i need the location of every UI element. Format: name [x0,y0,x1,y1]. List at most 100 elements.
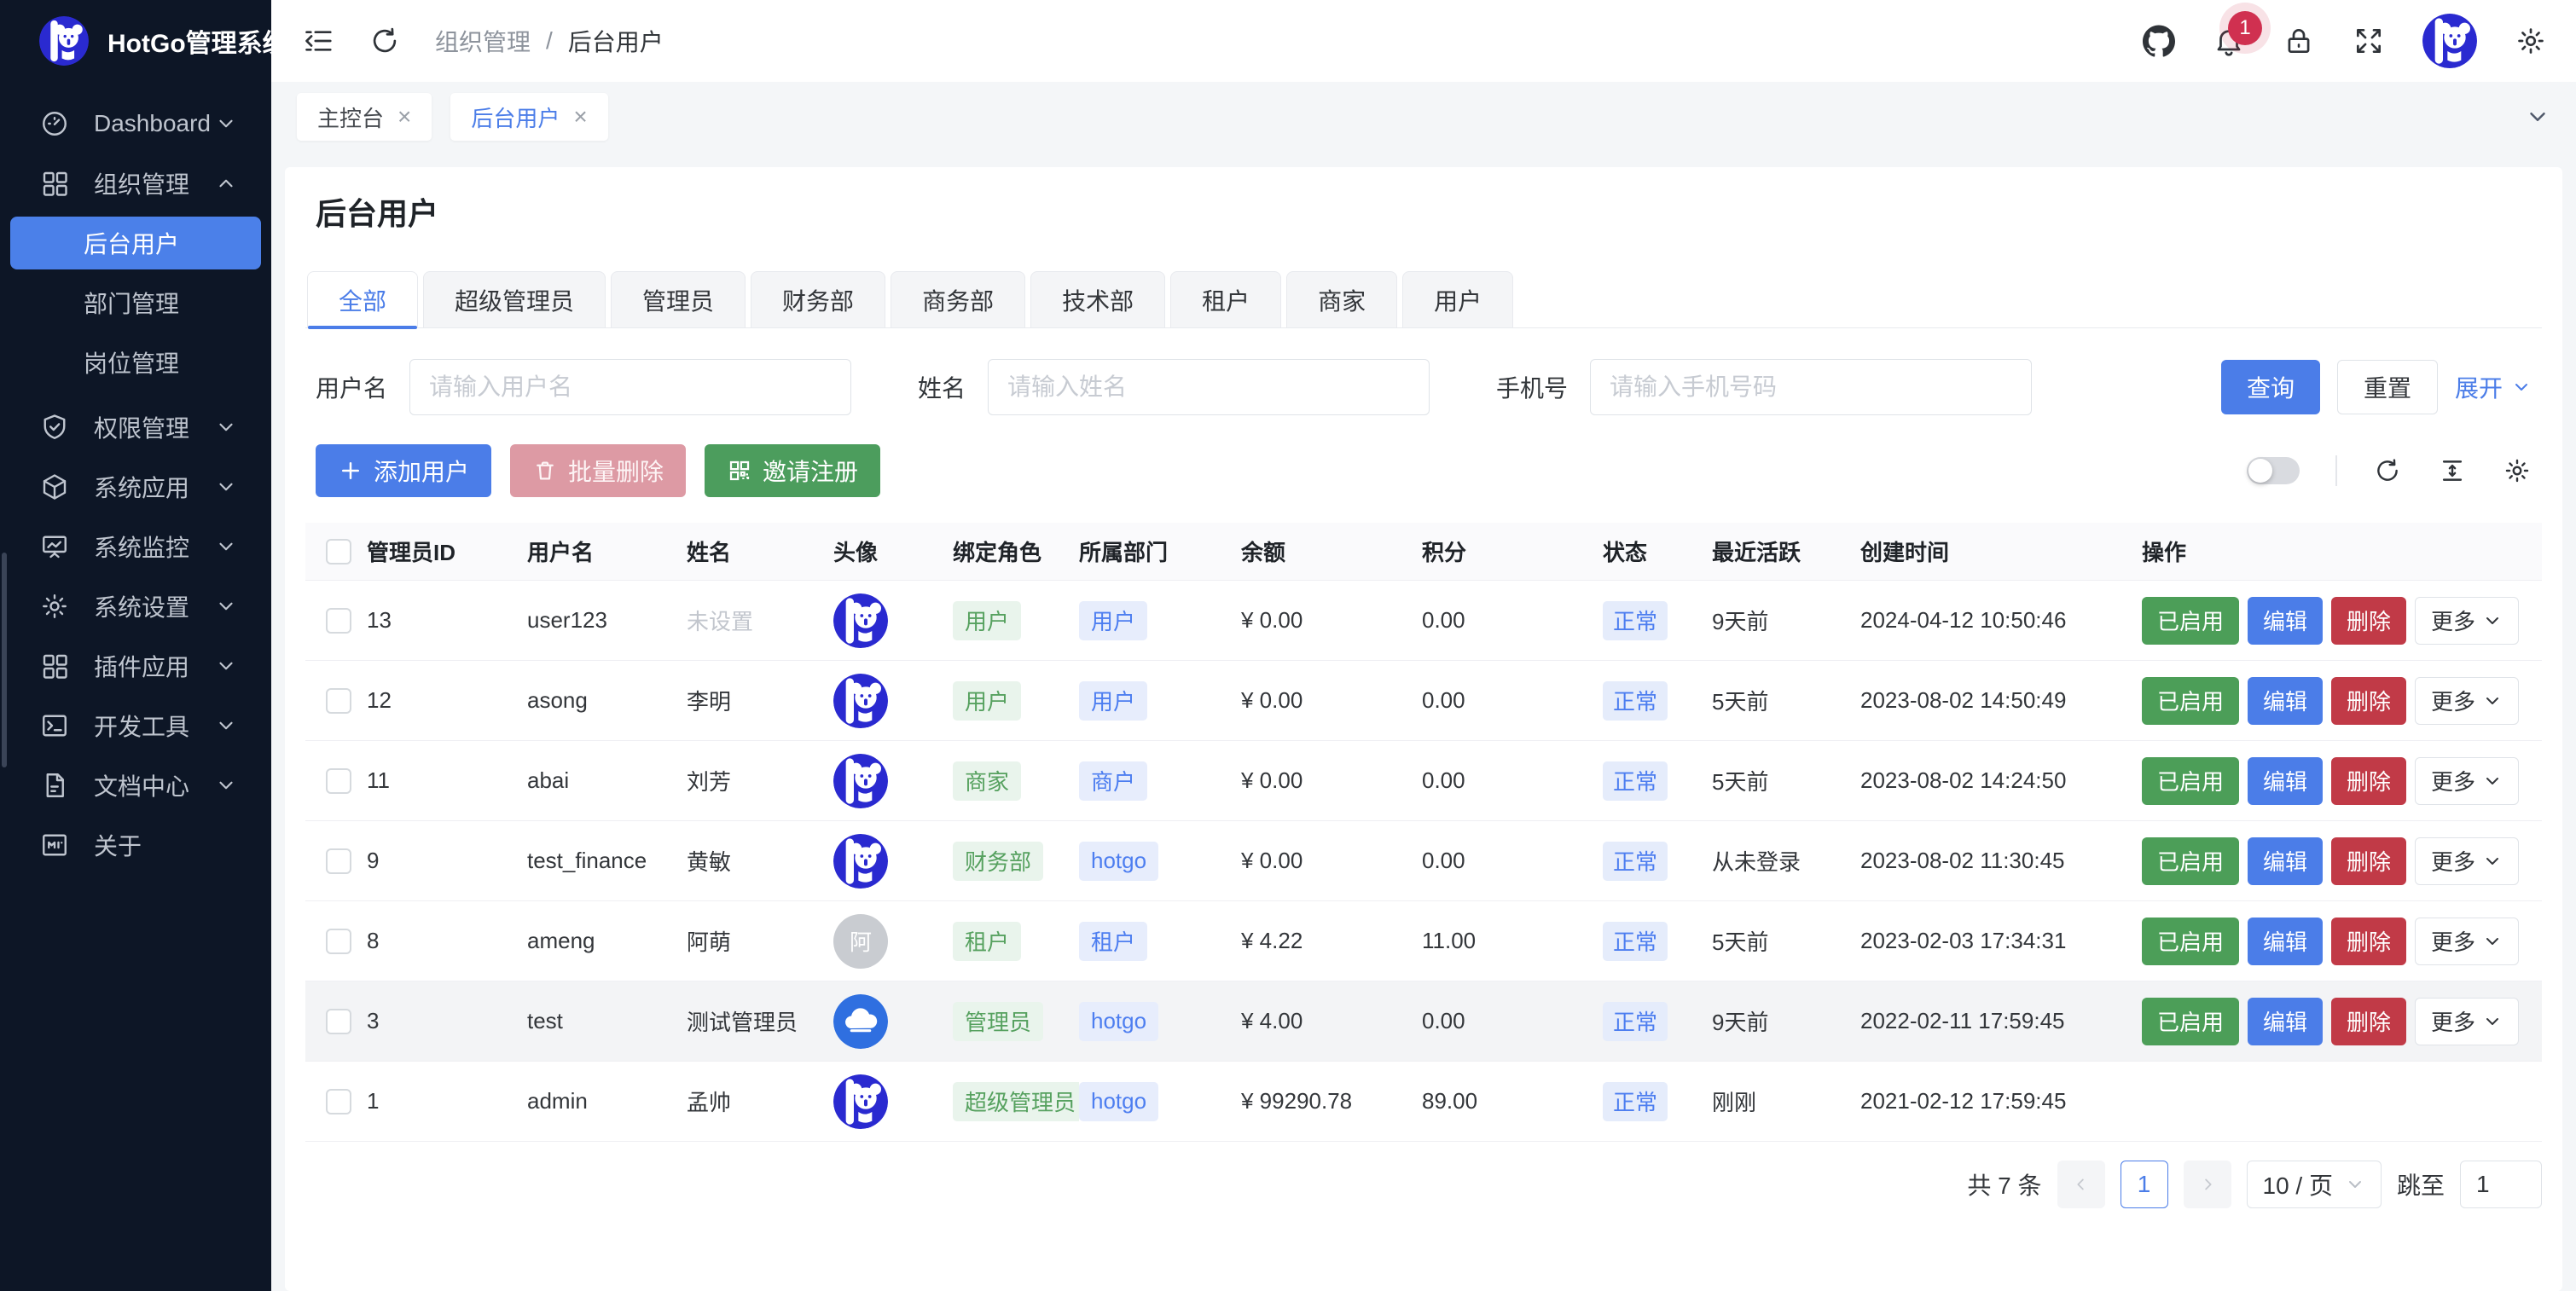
menu-fold-icon[interactable] [302,25,334,57]
invite-register-button[interactable]: 邀请注册 [705,444,880,497]
edit-button[interactable]: 编辑 [2248,757,2323,805]
cell-actions: 已启用 编辑 删除 更多 [2142,677,2542,725]
page-size-select[interactable]: 10 / 页 [2247,1161,2382,1208]
role-tab-admin[interactable]: 管理员 [611,271,746,327]
user-avatar[interactable] [2422,14,2477,68]
jump-page-input[interactable] [2460,1161,2542,1208]
chevron-down-icon [215,774,237,796]
org-icon [39,168,70,199]
phone-input[interactable] [1590,359,2032,415]
more-button[interactable]: 更多 [2415,998,2519,1045]
delete-button[interactable]: 删除 [2331,757,2406,805]
row-checkbox[interactable] [326,1089,351,1114]
page-number-button[interactable]: 1 [2121,1161,2168,1208]
edit-button[interactable]: 编辑 [2248,998,2323,1045]
chevron-down-icon[interactable] [2525,104,2550,130]
sidebar-item-organization[interactable]: 组织管理 [10,157,261,210]
breadcrumb-parent[interactable]: 组织管理 [435,24,531,58]
chevron-down-icon [215,476,237,498]
expand-link[interactable]: 展开 [2455,370,2532,404]
more-button[interactable]: 更多 [2415,597,2519,645]
row-checkbox[interactable] [326,1009,351,1034]
username-input[interactable] [409,359,851,415]
more-button[interactable]: 更多 [2415,837,2519,885]
sidebar-item-plugins[interactable]: 插件应用 [10,640,261,692]
name-input[interactable] [988,359,1430,415]
role-tab-tenant[interactable]: 租户 [1170,271,1281,327]
reset-button[interactable]: 重置 [2337,360,2438,414]
row-checkbox[interactable] [326,608,351,634]
sidebar-item-dashboard[interactable]: Dashboard [10,97,261,150]
close-icon[interactable]: × [397,105,411,129]
enabled-button[interactable]: 已启用 [2142,837,2239,885]
divider [2335,455,2337,486]
edit-button[interactable]: 编辑 [2248,918,2323,965]
more-button[interactable]: 更多 [2415,677,2519,725]
logo-row[interactable]: HotGo管理系统 [0,0,271,82]
edit-button[interactable]: 编辑 [2248,837,2323,885]
column-settings-gear-icon[interactable] [2503,456,2532,485]
sidebar-item-system-monitor[interactable]: 系统监控 [10,520,261,573]
table-refresh-icon[interactable] [2373,456,2402,485]
select-all-checkbox[interactable] [326,539,351,564]
delete-button[interactable]: 删除 [2331,998,2406,1045]
role-tab-merchant[interactable]: 商家 [1286,271,1397,327]
role-tab-super-admin[interactable]: 超级管理员 [423,271,606,327]
density-icon[interactable] [2438,456,2467,485]
settings-gear-icon[interactable] [2515,25,2547,57]
shield-check-icon [39,412,70,443]
sidebar-item-departments[interactable]: 部门管理 [10,276,261,329]
delete-button[interactable]: 删除 [2331,677,2406,725]
status-tag: 正常 [1603,842,1668,881]
bell-icon[interactable]: 1 [2213,25,2245,57]
close-icon[interactable]: × [573,105,587,129]
batch-delete-button[interactable]: 批量删除 [510,444,686,497]
fullscreen-icon[interactable] [2353,25,2385,57]
tab-chip-console[interactable]: 主控台 × [297,93,432,141]
search-button[interactable]: 查询 [2221,360,2320,414]
edit-button[interactable]: 编辑 [2248,677,2323,725]
sidebar-item-label: Dashboard [94,110,215,137]
prev-page-button[interactable] [2057,1161,2105,1208]
tab-chip-backend-users[interactable]: 后台用户 × [450,93,607,141]
enabled-button[interactable]: 已启用 [2142,677,2239,725]
striped-toggle[interactable] [2247,457,2300,484]
row-checkbox[interactable] [326,848,351,874]
delete-button[interactable]: 删除 [2331,918,2406,965]
lock-icon[interactable] [2283,25,2315,57]
sidebar-item-label: 系统监控 [94,530,215,564]
enabled-button[interactable]: 已启用 [2142,918,2239,965]
sidebar-item-docs[interactable]: 文档中心 [10,759,261,812]
sidebar-item-about[interactable]: 关于 [10,819,261,871]
delete-button[interactable]: 删除 [2331,837,2406,885]
role-tab-finance[interactable]: 财务部 [751,271,885,327]
row-checkbox[interactable] [326,688,351,714]
sidebar-scrollbar[interactable] [2,553,7,767]
sidebar-item-system-settings[interactable]: 系统设置 [10,580,261,633]
row-checkbox[interactable] [326,929,351,954]
more-button[interactable]: 更多 [2415,757,2519,805]
breadcrumb-current[interactable]: 后台用户 [568,24,664,58]
row-avatar: 阿 [833,914,888,969]
next-page-button[interactable] [2184,1161,2231,1208]
document-icon [39,770,70,801]
edit-button[interactable]: 编辑 [2248,597,2323,645]
more-button[interactable]: 更多 [2415,918,2519,965]
role-tab-business[interactable]: 商务部 [891,271,1025,327]
sidebar-item-permissions[interactable]: 权限管理 [10,401,261,454]
enabled-button[interactable]: 已启用 [2142,597,2239,645]
sidebar-item-dev-tools[interactable]: 开发工具 [10,699,261,752]
row-checkbox[interactable] [326,768,351,794]
refresh-icon[interactable] [368,25,401,57]
role-tab-tech[interactable]: 技术部 [1030,271,1165,327]
enabled-button[interactable]: 已启用 [2142,757,2239,805]
github-icon[interactable] [2143,25,2175,57]
delete-button[interactable]: 删除 [2331,597,2406,645]
role-tab-user[interactable]: 用户 [1402,271,1513,327]
role-tab-all[interactable]: 全部 [307,271,418,327]
sidebar-item-positions[interactable]: 岗位管理 [10,336,261,389]
sidebar-item-backend-users[interactable]: 后台用户 [10,217,261,269]
enabled-button[interactable]: 已启用 [2142,998,2239,1045]
add-user-button[interactable]: 添加用户 [316,444,491,497]
sidebar-item-system-apps[interactable]: 系统应用 [10,460,261,513]
